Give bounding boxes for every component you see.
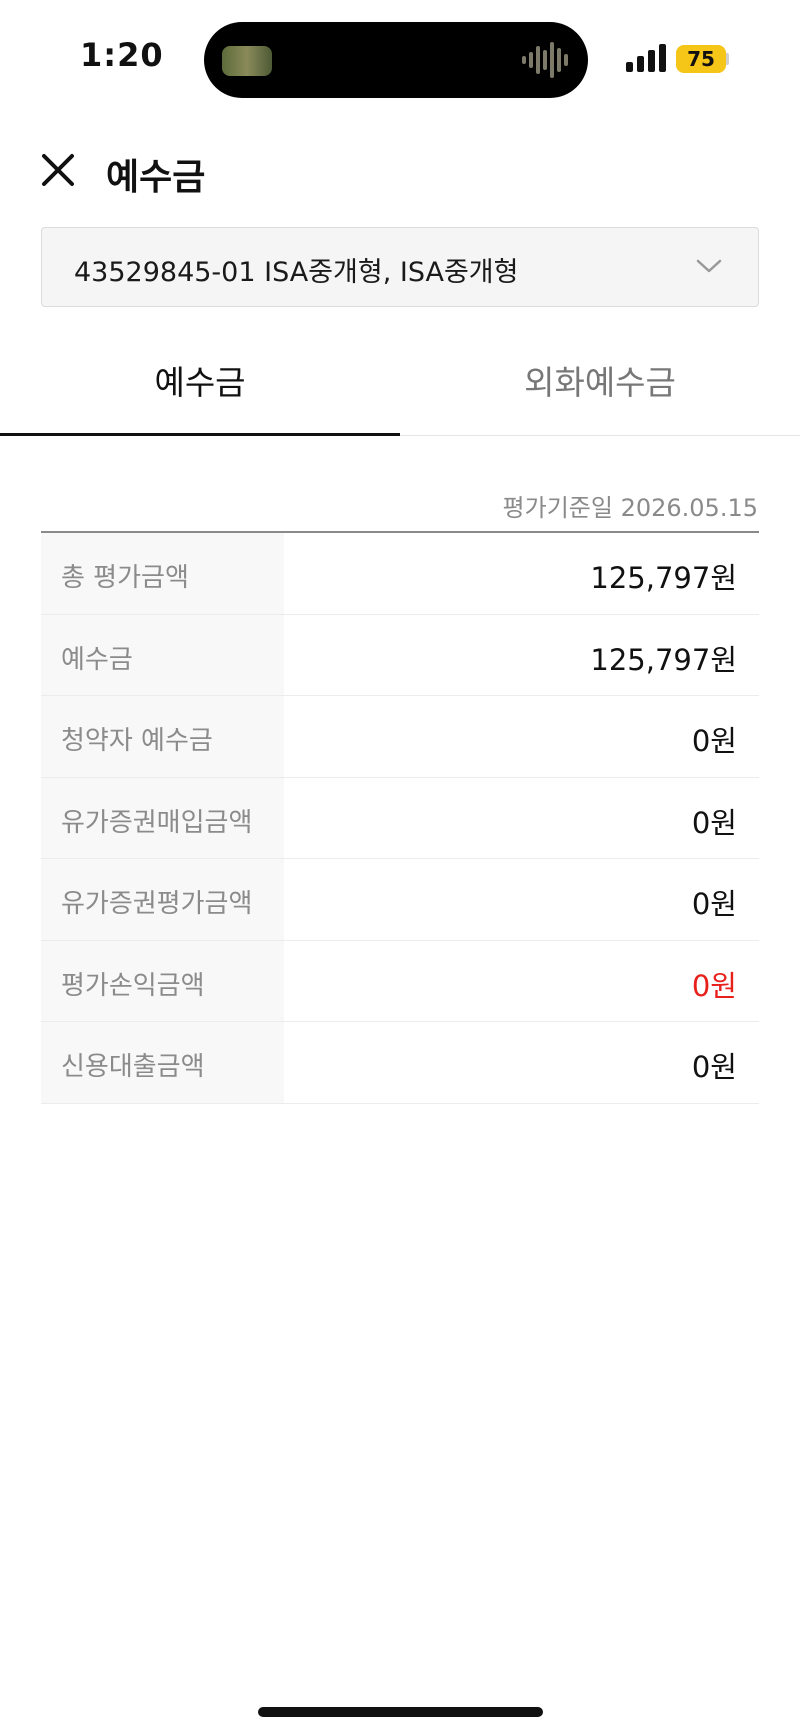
home-indicator[interactable] xyxy=(258,1707,543,1717)
row-label-cell: 유가증권매입금액 xyxy=(41,777,284,858)
cellular-signal-icon xyxy=(626,44,666,72)
table-row-evaluation-profit-loss: 평가손익금액 0원 xyxy=(41,940,759,1022)
chevron-down-icon xyxy=(696,259,722,273)
table-row-subscriber-deposit: 청약자 예수금 0원 xyxy=(41,696,759,778)
row-label-cell: 총 평가금액 xyxy=(41,533,284,614)
table-row-total-evaluation: 총 평가금액 125,797원 xyxy=(41,533,759,615)
row-value: 0원 xyxy=(691,887,737,921)
page-header: 예수금 xyxy=(0,140,800,200)
row-label: 청약자 예수금 xyxy=(61,726,213,756)
table-row-securities-purchase: 유가증권매입금액 0원 xyxy=(41,777,759,859)
row-label: 평가손익금액 xyxy=(61,970,205,1001)
row-label: 유가증권평가금액 xyxy=(61,889,253,919)
page-title: 예수금 xyxy=(106,157,206,198)
row-label-cell: 신용대출금액 xyxy=(41,1022,284,1103)
media-thumbnail xyxy=(222,46,272,76)
row-label: 총 평가금액 xyxy=(61,563,189,593)
audio-waveform-icon xyxy=(522,42,568,78)
row-label-cell: 유가증권평가금액 xyxy=(41,859,284,940)
row-label: 유가증권매입금액 xyxy=(61,807,253,838)
tab-foreign-deposit[interactable]: 외화예수금 xyxy=(400,340,800,436)
deposit-summary-table: 총 평가금액 125,797원 예수금 125,797원 청약자 예수금 0원 … xyxy=(41,533,759,1104)
row-label-cell: 예수금 xyxy=(41,614,284,695)
close-icon[interactable] xyxy=(38,150,78,190)
row-label: 신용대출금액 xyxy=(61,1052,205,1082)
tab-bar: 예수금 외화예수금 xyxy=(0,340,800,436)
account-select[interactable]: 43529845-01 ISA중개형, ISA중개형 xyxy=(41,227,759,307)
row-value: 0원 xyxy=(691,724,737,758)
row-label-cell: 청약자 예수금 xyxy=(41,696,284,777)
evaluation-date: 평가기준일 2026.05.15 xyxy=(502,494,758,522)
row-value: 125,797원 xyxy=(590,561,737,595)
account-selected-value: 43529845-01 ISA중개형, ISA중개형 xyxy=(74,257,519,288)
battery-tip xyxy=(726,53,729,65)
battery-level: 75 xyxy=(687,47,715,71)
row-value: 125,797원 xyxy=(590,642,737,677)
status-bar: 1:20 75 xyxy=(0,0,800,120)
status-time: 1:20 xyxy=(80,36,164,74)
dynamic-island[interactable] xyxy=(204,22,588,98)
row-label-cell: 평가손익금액 xyxy=(41,940,284,1021)
table-row-deposit: 예수금 125,797원 xyxy=(41,614,759,696)
row-value: 0원 xyxy=(691,805,737,840)
row-value: 0원 xyxy=(691,1050,737,1084)
table-row-credit-loan: 신용대출금액 0원 xyxy=(41,1022,759,1104)
battery-icon: 75 xyxy=(676,45,726,73)
row-value: 0원 xyxy=(691,968,737,1003)
tab-deposit[interactable]: 예수금 xyxy=(0,340,400,436)
table-row-securities-evaluation: 유가증권평가금액 0원 xyxy=(41,859,759,941)
row-label: 예수금 xyxy=(61,644,133,675)
